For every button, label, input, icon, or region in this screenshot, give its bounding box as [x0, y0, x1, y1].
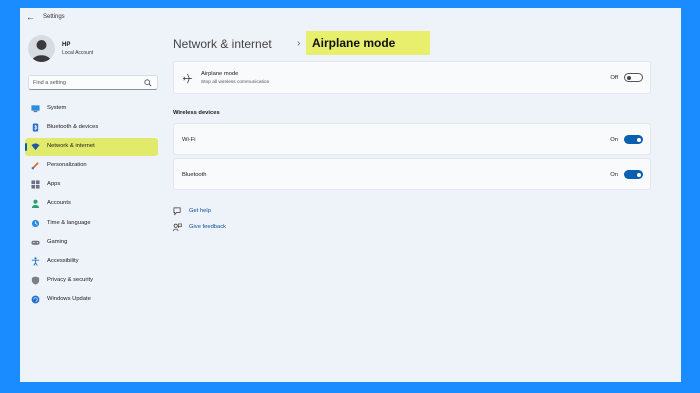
accessibility-icon: [31, 257, 40, 266]
sidebar-item-accounts[interactable]: Accounts: [25, 195, 158, 213]
avatar[interactable]: [28, 35, 55, 62]
sidebar-item-label: System: [47, 105, 67, 111]
gamepad-icon: [31, 240, 40, 245]
sidebar-item-privacy[interactable]: Privacy & security: [25, 272, 158, 290]
sidebar-item-label: Gaming: [47, 238, 68, 245]
get-help-text: Get help: [189, 208, 211, 214]
bluetooth-state: On: [610, 172, 618, 178]
sidebar-nav: System Bluetooth & devices Network & int…: [25, 100, 158, 310]
person-icon: [31, 200, 40, 209]
sidebar-item-apps[interactable]: Apps: [25, 176, 158, 194]
help-chat-icon: [173, 207, 181, 216]
wifi-card[interactable]: Wi-Fi On: [173, 123, 651, 155]
sidebar-item-label: Accessibility: [47, 257, 79, 264]
title-bar: ← Settings: [20, 8, 681, 30]
bluetooth-toggle[interactable]: [624, 170, 643, 179]
airplane-mode-state: Off: [610, 75, 618, 81]
airplane-mode-title: Airplane mode: [201, 71, 239, 77]
sidebar-item-label: Accounts: [47, 200, 71, 207]
search-placeholder: Find a setting: [33, 80, 67, 86]
wifi-label: Wi-Fi: [182, 137, 196, 143]
page-title: Airplane mode: [306, 31, 430, 55]
sidebar-item-bluetooth[interactable]: Bluetooth & devices: [25, 119, 158, 137]
search-input[interactable]: Find a setting: [28, 75, 158, 90]
search-icon[interactable]: [144, 79, 152, 87]
bluetooth-icon: [32, 123, 39, 132]
window-title: Settings: [43, 14, 65, 20]
bluetooth-card[interactable]: Bluetooth On: [173, 158, 651, 190]
sidebar-item-network[interactable]: Network & internet: [25, 138, 158, 157]
chevron-right-icon: ›: [297, 38, 301, 49]
sidebar-item-accessibility[interactable]: Accessibility: [25, 253, 158, 271]
feedback-icon: [173, 223, 182, 232]
airplane-mode-card[interactable]: Airplane mode Stop all wireless communic…: [173, 61, 651, 94]
sidebar-item-label: Privacy & security: [47, 276, 94, 283]
bluetooth-label: Bluetooth: [182, 172, 207, 178]
give-feedback-text: Give feedback: [189, 224, 227, 230]
monitor-icon: [31, 105, 40, 113]
wifi-state: On: [610, 137, 618, 143]
sidebar-item-windows-update[interactable]: Windows Update: [25, 291, 158, 309]
sidebar-item-time-language[interactable]: Time & language: [25, 215, 158, 233]
sidebar-item-system[interactable]: System: [25, 100, 158, 118]
settings-window: ← Settings HP Local Account Find a setti…: [20, 8, 681, 382]
sidebar-item-label: Network & internet: [47, 143, 95, 150]
sidebar-item-gaming[interactable]: Gaming: [25, 234, 158, 252]
wireless-devices-heading: Wireless devices: [173, 110, 220, 116]
airplane-mode-subtitle: Stop all wireless communication: [201, 80, 270, 85]
sidebar-item-label: Apps: [47, 181, 61, 188]
wifi-icon: [31, 143, 40, 151]
brush-icon: [31, 162, 39, 170]
profile-name: HP: [62, 42, 71, 48]
update-icon: [31, 295, 40, 304]
airplane-icon: [182, 73, 193, 84]
globe-clock-icon: [31, 219, 40, 227]
back-arrow-icon[interactable]: ←: [26, 12, 38, 24]
profile-account-type: Local Account: [62, 50, 94, 56]
airplane-mode-toggle[interactable]: [624, 73, 643, 82]
apps-icon: [31, 180, 40, 189]
sidebar-item-label: Time & language: [47, 219, 91, 226]
sidebar-item-personalization[interactable]: Personalization: [25, 157, 158, 175]
sidebar-item-label: Windows Update: [47, 295, 91, 302]
wifi-toggle[interactable]: [624, 135, 643, 144]
shield-icon: [31, 276, 40, 285]
sidebar-item-label: Personalization: [47, 162, 87, 169]
breadcrumb-parent[interactable]: Network & internet: [173, 37, 272, 51]
sidebar-item-label: Bluetooth & devices: [47, 124, 99, 131]
